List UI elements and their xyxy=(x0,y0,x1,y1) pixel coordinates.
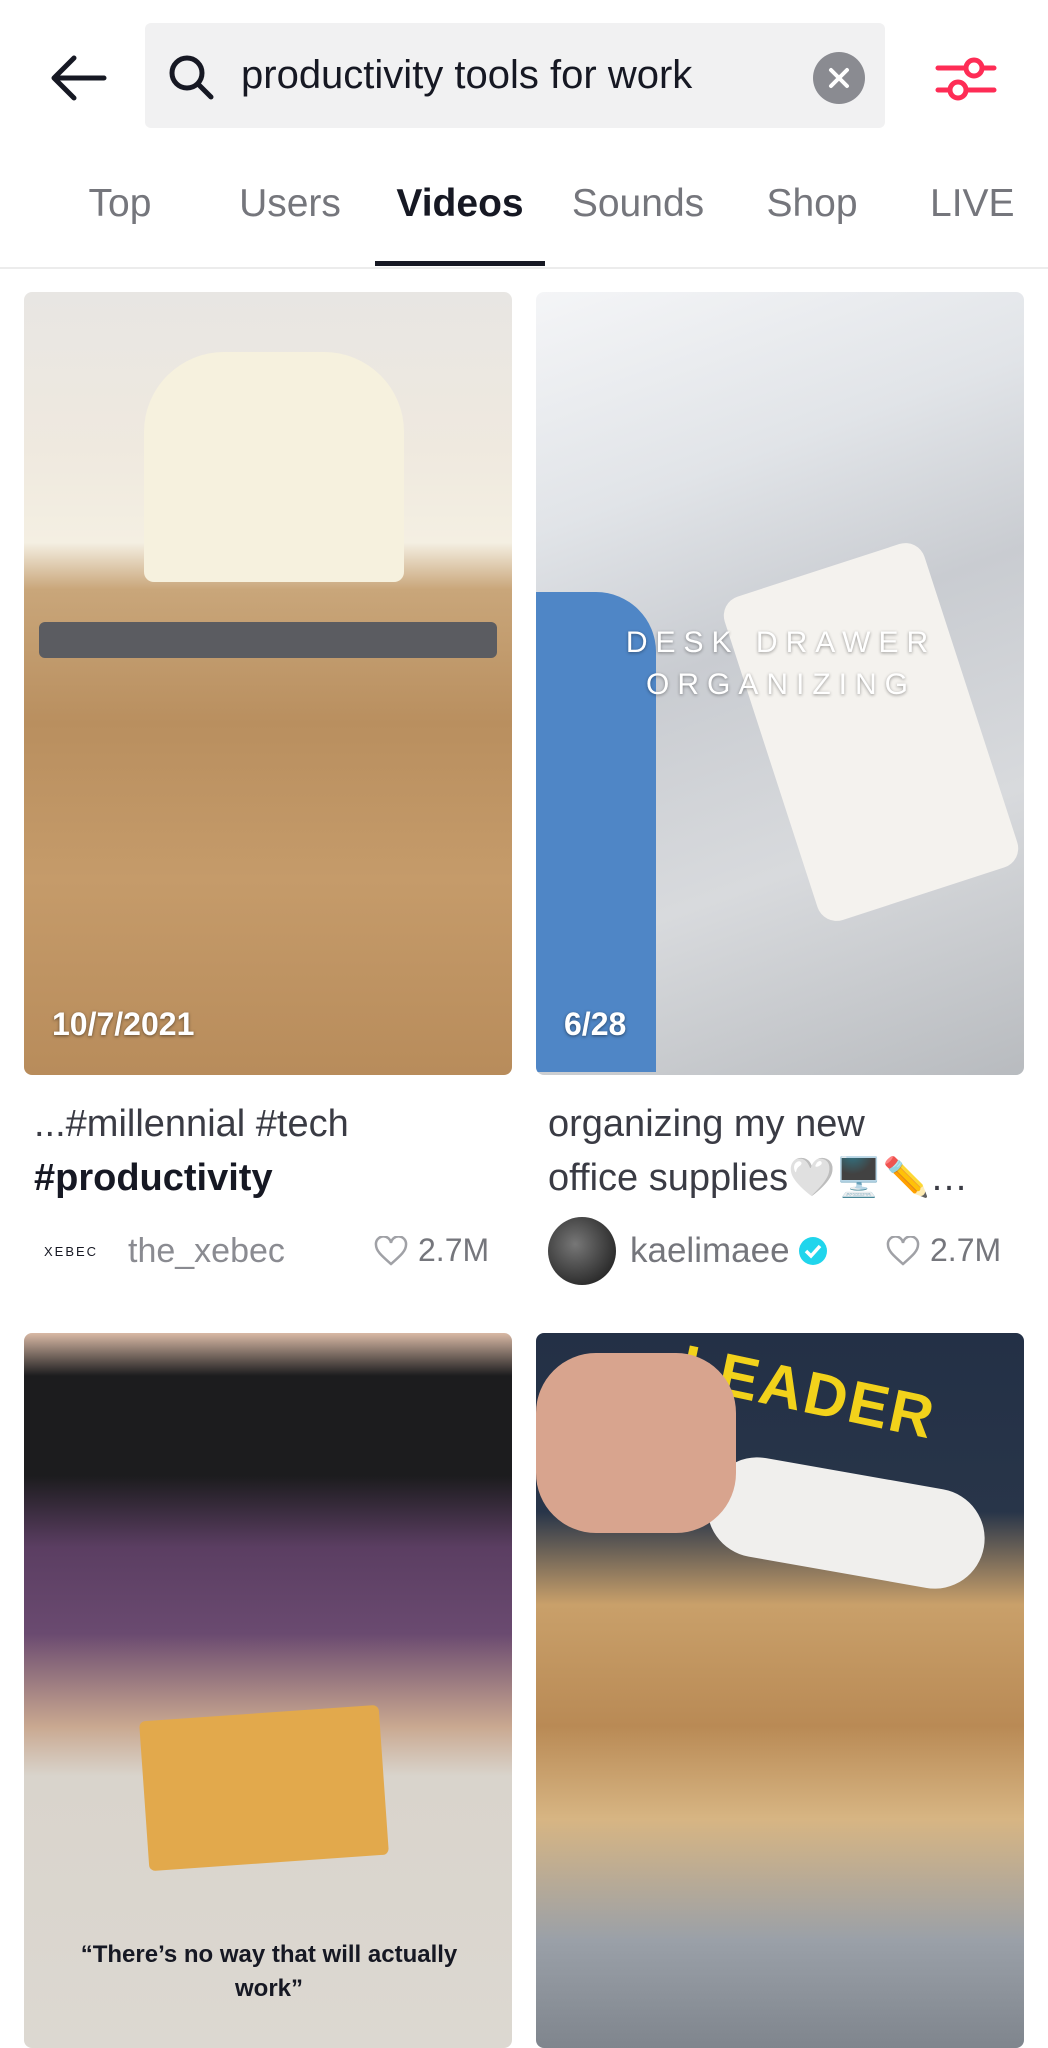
like-count: 2.7M xyxy=(886,1232,1001,1269)
sleeve xyxy=(699,1449,993,1597)
avatar xyxy=(548,1217,616,1285)
author-name: the_xebec xyxy=(128,1231,285,1270)
calculator xyxy=(718,537,1024,927)
tab-shop[interactable]: Shop xyxy=(766,182,857,226)
tab-top[interactable]: Top xyxy=(89,182,152,226)
laptop xyxy=(39,622,497,658)
video-date: 10/7/2021 xyxy=(52,1006,195,1042)
author-row[interactable]: XEBEC the_xebec xyxy=(44,1226,285,1276)
video-overlay-text: DESK DRAWER ORGANIZING xyxy=(625,626,937,701)
video-caption[interactable]: ...#millennial #tech #productivity xyxy=(34,1097,524,1205)
hand xyxy=(536,1353,736,1533)
active-tab-indicator xyxy=(375,261,545,266)
filter-button[interactable] xyxy=(934,50,998,106)
caption-text: organizing my new xyxy=(548,1103,865,1145)
close-icon xyxy=(829,68,849,88)
like-count: 2.7M xyxy=(374,1232,489,1269)
sliders-icon xyxy=(935,57,997,101)
heart-icon xyxy=(886,1235,920,1266)
tab-sounds[interactable]: Sounds xyxy=(572,182,704,226)
caption-text: office supplies🤍🖥️✏️… xyxy=(548,1157,969,1199)
back-button[interactable] xyxy=(48,52,108,104)
likes-text: 2.7M xyxy=(418,1232,490,1268)
verified-badge-icon xyxy=(798,1237,827,1265)
tab-live[interactable]: LIVE xyxy=(930,182,1015,226)
clear-search-button[interactable] xyxy=(813,52,865,104)
person-figure xyxy=(144,352,404,582)
arrow-left-icon xyxy=(51,55,107,101)
tab-users[interactable]: Users xyxy=(239,182,341,226)
tab-videos[interactable]: Videos xyxy=(396,182,523,226)
author-row[interactable]: kaelimaee xyxy=(548,1217,828,1285)
search-query: productivity tools for work xyxy=(241,53,693,97)
video-thumbnail[interactable]: “There’s no way that will actually work” xyxy=(24,1333,512,2048)
author-name: kaelimaee xyxy=(630,1231,790,1270)
envelope xyxy=(139,1704,389,1872)
caption-hashtag[interactable]: #productivity xyxy=(34,1157,273,1199)
video-caption[interactable]: organizing my new office supplies🤍🖥️✏️… xyxy=(548,1097,1028,1205)
search-input[interactable]: productivity tools for work xyxy=(145,23,885,128)
video-thumbnail[interactable]: DESK DRAWER ORGANIZING 6/28 xyxy=(536,292,1024,1075)
heart-icon xyxy=(374,1235,408,1266)
avatar: XEBEC xyxy=(44,1243,99,1259)
caption-text: ...#millennial #tech xyxy=(34,1103,349,1145)
video-overlay-text: “There’s no way that will actually work” xyxy=(80,1941,458,2002)
video-thumbnail[interactable]: 10/7/2021 xyxy=(24,292,512,1075)
video-date: 6/28 xyxy=(564,1006,627,1042)
video-thumbnail[interactable]: LEADER xyxy=(536,1333,1024,2048)
divider xyxy=(0,267,1048,269)
likes-text: 2.7M xyxy=(930,1232,1002,1268)
search-icon xyxy=(169,55,214,100)
